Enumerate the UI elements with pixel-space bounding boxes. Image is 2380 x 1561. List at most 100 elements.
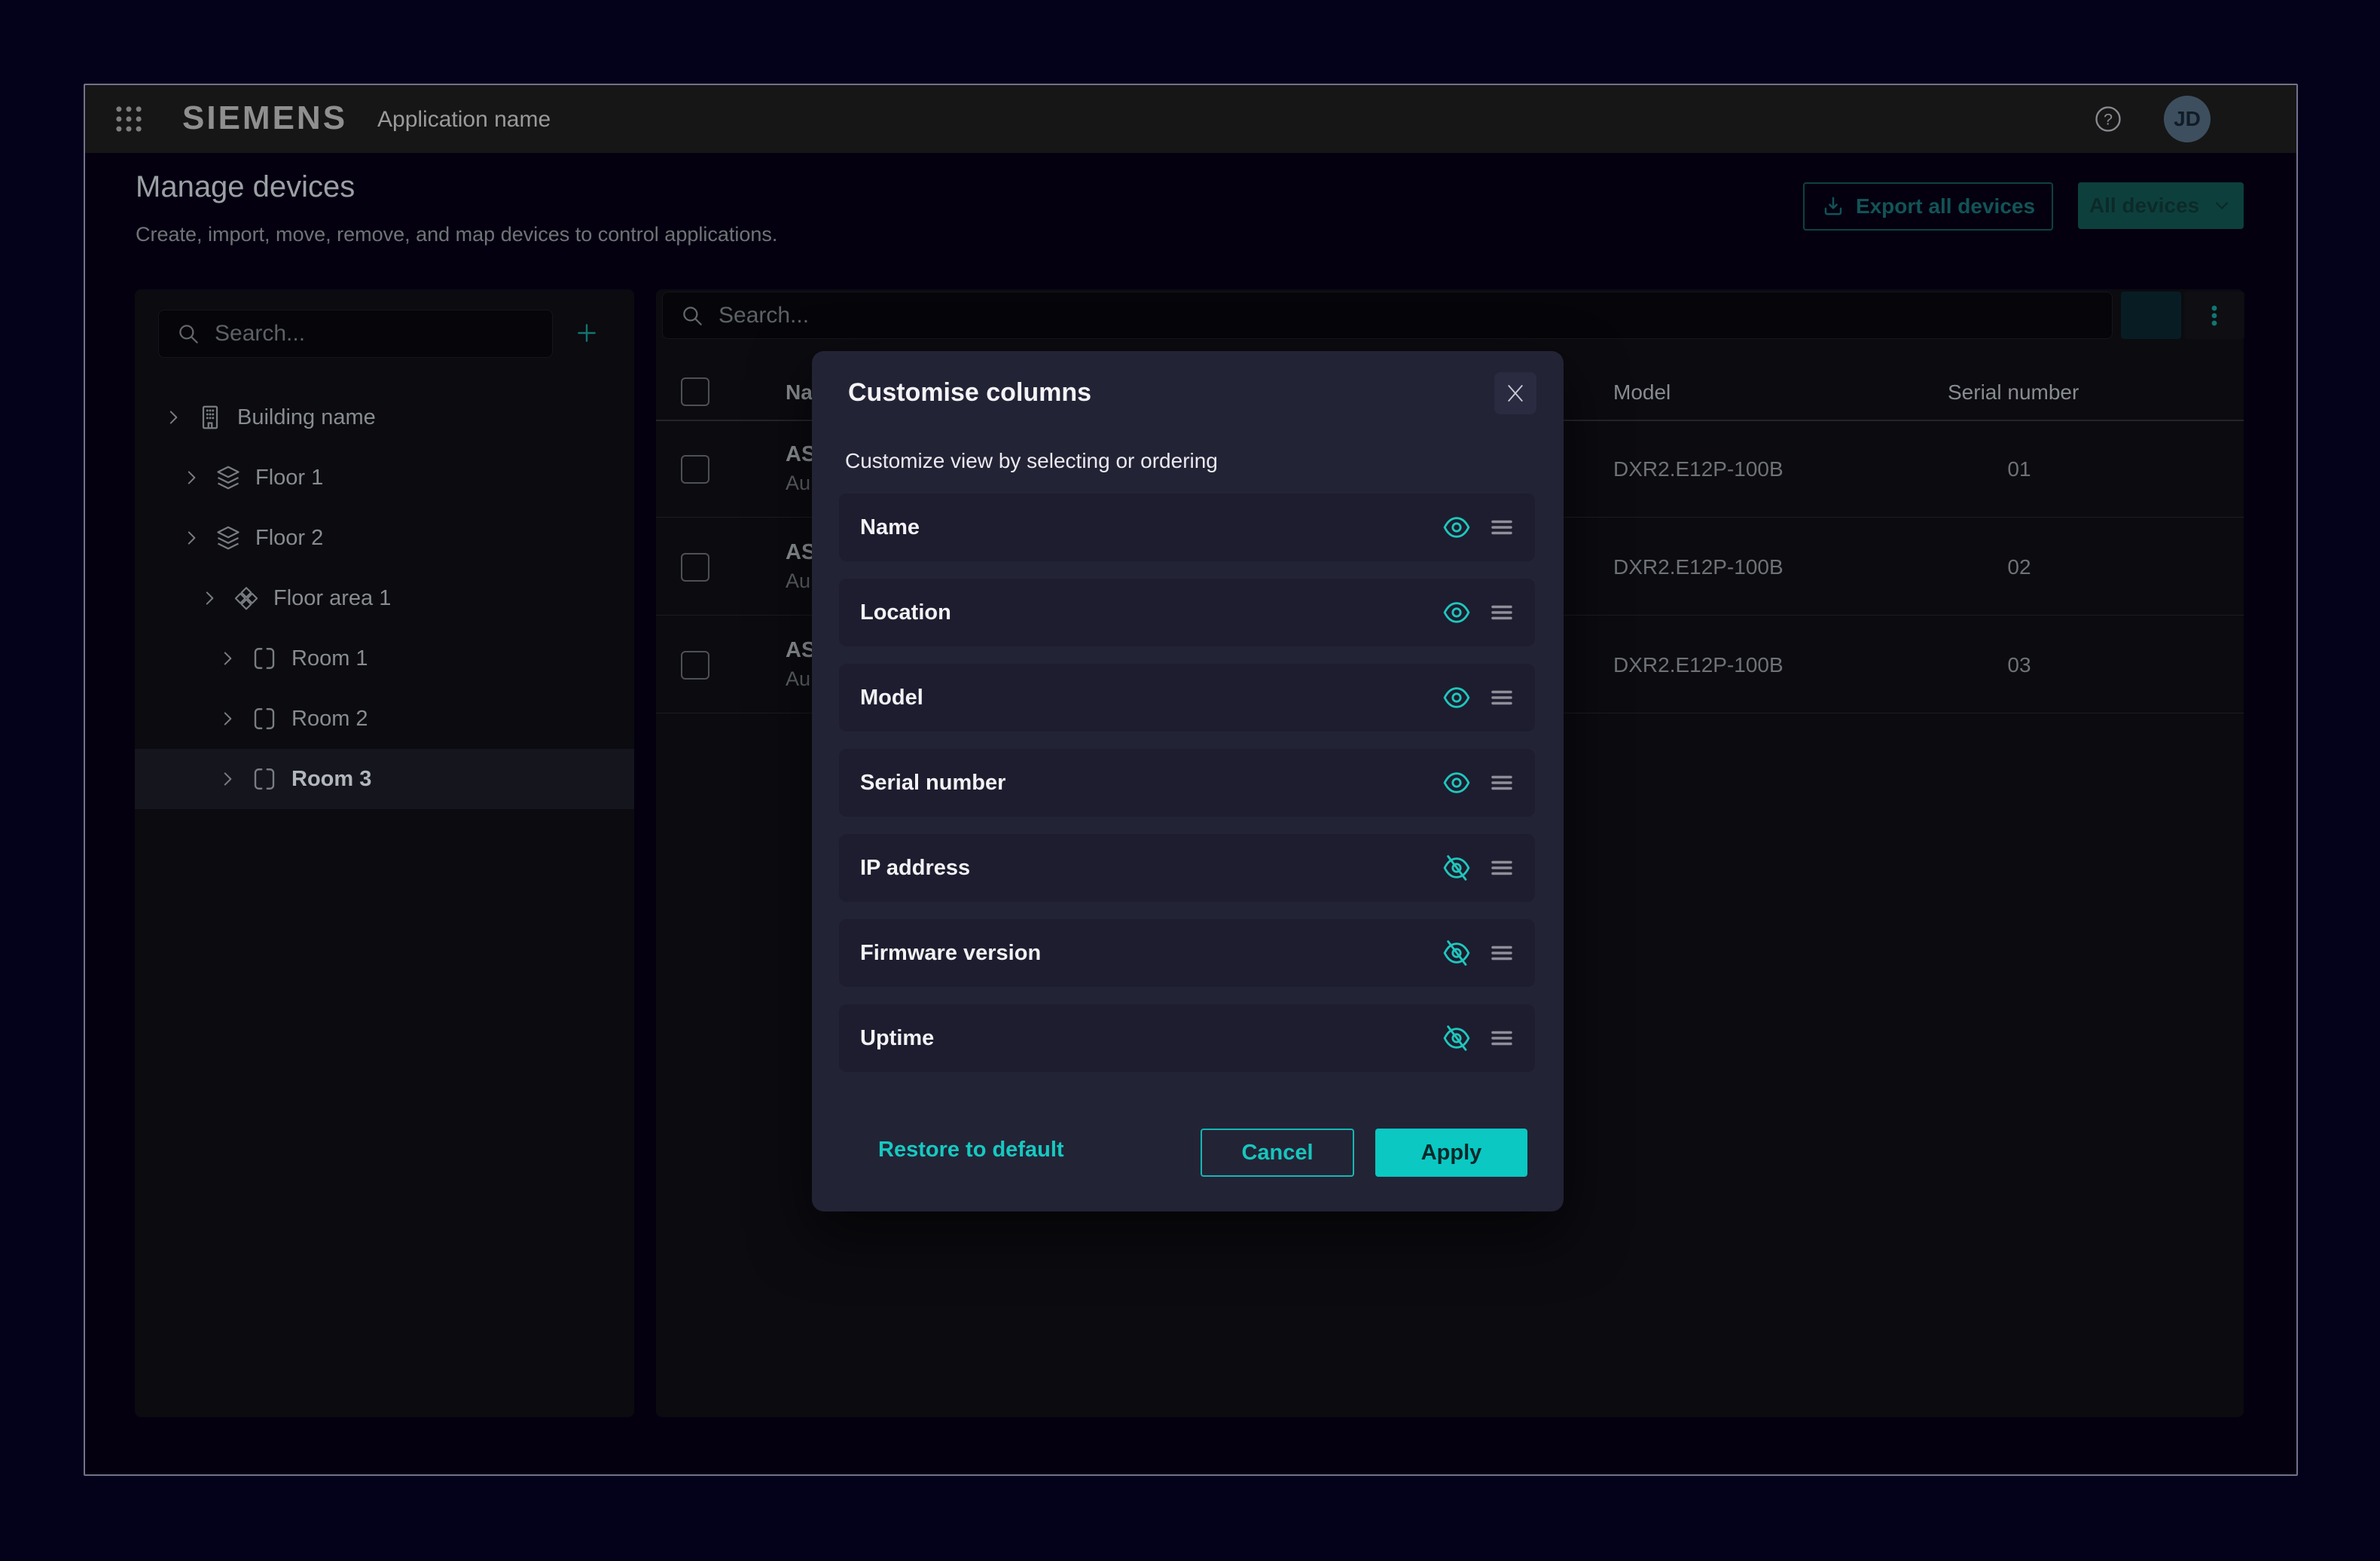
column-item-ip-address[interactable]: IP address (839, 834, 1535, 902)
chevron-right-icon[interactable] (182, 468, 201, 487)
apply-button[interactable]: Apply (1375, 1129, 1527, 1177)
cancel-button[interactable]: Cancel (1201, 1129, 1354, 1177)
column-header-serial[interactable]: Serial number (1948, 380, 2091, 405)
row-checkbox[interactable] (681, 553, 709, 582)
tree-item-floor-2[interactable]: Floor 2 (135, 508, 634, 568)
chevron-down-icon (2211, 195, 2232, 216)
dialog-subtitle: Customize view by selecting or ordering (845, 449, 1218, 473)
dialog-title: Customise columns (848, 378, 1091, 408)
page-title: Manage devices (136, 170, 355, 204)
tree-item-label: Floor 2 (255, 526, 323, 551)
top-bar: SIEMENS Application name ? JD (85, 85, 2296, 153)
column-item-uptime[interactable]: Uptime (839, 1004, 1535, 1072)
all-devices-label: All devices (2089, 194, 2199, 218)
column-list: Name Location Model Serial number IP address… (839, 493, 1535, 1089)
column-item-firmware-version[interactable]: Firmware version (839, 919, 1535, 987)
tree-item-label: Floor area 1 (273, 586, 391, 611)
drag-handle-icon[interactable] (1488, 854, 1515, 881)
column-item-model[interactable]: Model (839, 664, 1535, 732)
drag-handle-icon[interactable] (1488, 1025, 1515, 1052)
device-serial: 03 (1948, 653, 2091, 677)
close-icon (1504, 382, 1527, 405)
visibility-off-button[interactable] (1442, 1023, 1472, 1053)
room-icon (251, 765, 278, 793)
column-label: IP address (860, 856, 970, 881)
column-item-location[interactable]: Location (839, 579, 1535, 646)
location-tree-panel: Building name Floor 1 Floor 2 Floor area 1 R… (135, 289, 634, 1417)
device-model: DXR2.E12P-100B (1613, 457, 1783, 481)
table-view-toggle-button[interactable] (2121, 292, 2181, 339)
chevron-right-icon[interactable] (182, 528, 201, 548)
column-label: Uptime (860, 1026, 934, 1051)
device-serial: 02 (1948, 555, 2091, 579)
column-label: Serial number (860, 771, 1005, 796)
application-name: Application name (377, 107, 551, 133)
kebab-menu-button[interactable] (2184, 292, 2244, 339)
export-all-devices-label: Export all devices (1856, 194, 2035, 218)
tree-search[interactable] (158, 310, 553, 358)
column-header-model[interactable]: Model (1613, 380, 1671, 405)
building-icon (197, 404, 224, 431)
tree-item-label: Floor 1 (255, 466, 323, 490)
column-item-serial-number[interactable]: Serial number (839, 749, 1535, 817)
chevron-right-icon[interactable] (218, 769, 237, 789)
siemens-logo: SIEMENS (182, 99, 347, 137)
customise-columns-dialog: Customise columns Customize view by sele… (812, 351, 1564, 1211)
tree-item-floor-1[interactable]: Floor 1 (135, 448, 634, 508)
floor-area-icon (233, 585, 260, 612)
search-icon (679, 303, 705, 328)
tree-item-building-name[interactable]: Building name (135, 387, 634, 448)
visibility-on-button[interactable] (1442, 683, 1472, 713)
drag-handle-icon[interactable] (1488, 684, 1515, 711)
user-avatar[interactable]: JD (2164, 96, 2211, 142)
chevron-right-icon[interactable] (218, 709, 237, 729)
close-button[interactable] (1494, 372, 1536, 414)
device-model: DXR2.E12P-100B (1613, 555, 1783, 579)
column-label: Location (860, 600, 951, 625)
column-item-name[interactable]: Name (839, 493, 1535, 561)
column-label: Model (860, 686, 923, 710)
kebab-icon (2202, 303, 2227, 328)
tree-item-room-2[interactable]: Room 2 (135, 689, 634, 749)
svg-text:?: ? (2104, 110, 2113, 129)
tree-item-label: Room 3 (291, 767, 371, 792)
restore-to-default-button[interactable]: Restore to default (874, 1137, 1069, 1163)
tree-item-room-3[interactable]: Room 3 (135, 749, 634, 809)
location-tree: Building name Floor 1 Floor 2 Floor area 1 R… (135, 387, 634, 809)
all-devices-dropdown[interactable]: All devices (2078, 182, 2244, 229)
device-model: DXR2.E12P-100B (1613, 653, 1783, 677)
floor-icon (215, 524, 242, 551)
chevron-right-icon[interactable] (218, 649, 237, 668)
add-node-button[interactable] (570, 316, 603, 350)
tree-search-input[interactable] (213, 320, 552, 347)
help-icon[interactable]: ? (2093, 104, 2123, 134)
drag-handle-icon[interactable] (1488, 769, 1515, 796)
device-search-input[interactable] (717, 302, 2112, 329)
tree-item-label: Room 1 (291, 646, 368, 671)
visibility-on-button[interactable] (1442, 597, 1472, 628)
tree-item-floor-area-1[interactable]: Floor area 1 (135, 568, 634, 628)
tree-item-room-1[interactable]: Room 1 (135, 628, 634, 689)
page-subtitle: Create, import, move, remove, and map de… (136, 223, 777, 246)
app-launcher-icon[interactable] (113, 103, 145, 135)
row-checkbox[interactable] (681, 455, 709, 484)
chevron-right-icon[interactable] (163, 408, 183, 427)
room-icon (251, 645, 278, 672)
room-icon (251, 705, 278, 732)
visibility-off-button[interactable] (1442, 853, 1472, 883)
row-checkbox[interactable] (681, 651, 709, 680)
export-all-devices-button[interactable]: Export all devices (1803, 182, 2053, 231)
search-icon (175, 321, 201, 347)
visibility-on-button[interactable] (1442, 512, 1472, 542)
select-all-checkbox[interactable] (681, 377, 709, 406)
device-search[interactable] (662, 292, 2113, 339)
drag-handle-icon[interactable] (1488, 939, 1515, 967)
drag-handle-icon[interactable] (1488, 514, 1515, 541)
tree-item-label: Building name (237, 405, 376, 430)
column-label: Firmware version (860, 941, 1041, 966)
chevron-right-icon[interactable] (200, 588, 219, 608)
visibility-on-button[interactable] (1442, 768, 1472, 798)
visibility-off-button[interactable] (1442, 938, 1472, 968)
device-serial: 01 (1948, 457, 2091, 481)
drag-handle-icon[interactable] (1488, 599, 1515, 626)
